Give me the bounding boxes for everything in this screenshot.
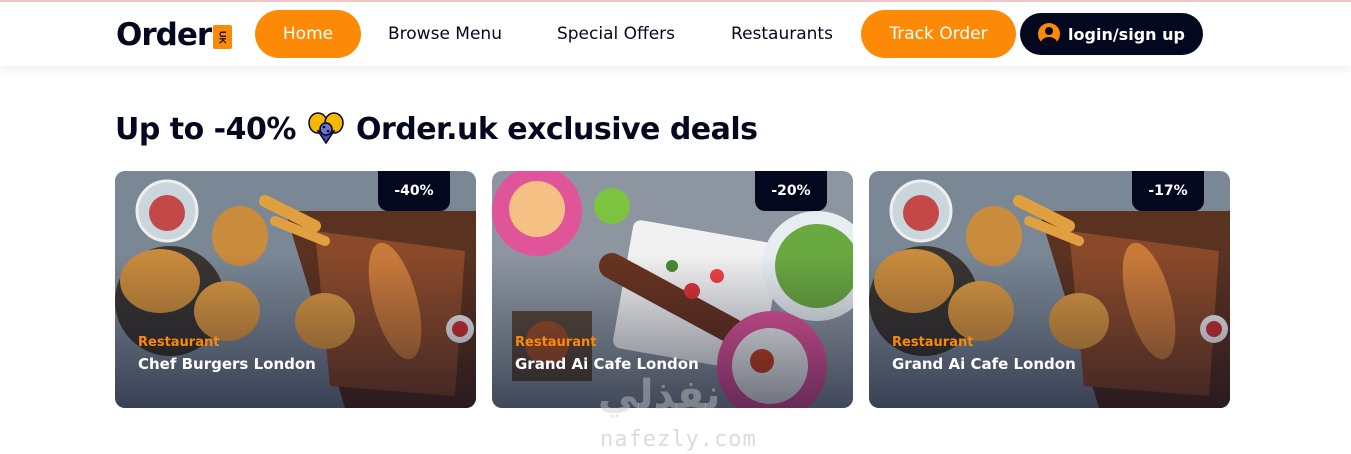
logo-text: Order <box>116 17 212 53</box>
card-restaurant-name: Chef Burgers London <box>138 355 316 373</box>
watermark-arabic: نفذلي <box>598 372 721 418</box>
login-signup-button[interactable]: login/sign up <box>1020 13 1203 55</box>
deal-emoji-icon <box>306 109 346 149</box>
nav-restaurants-link[interactable]: Restaurants <box>722 10 842 58</box>
deal-card[interactable]: -17% Restaurant Grand Ai Cafe London <box>869 171 1230 408</box>
logo-badge: UK <box>213 25 233 49</box>
card-category: Restaurant <box>515 335 597 350</box>
card-restaurant-name: Grand Ai Cafe London <box>515 355 699 373</box>
deal-card[interactable]: -40% Restaurant Chef Burgers London <box>115 171 476 408</box>
deals-heading-suffix: Order.uk exclusive deals <box>355 111 758 147</box>
track-order-button[interactable]: Track Order <box>861 10 1016 58</box>
login-label: login/sign up <box>1068 24 1185 44</box>
logo[interactable]: Order UK <box>116 15 233 55</box>
nav-browse-menu-link[interactable]: Browse Menu <box>380 10 510 58</box>
deals-heading: Up to -40% Order.uk exclusive deals <box>115 107 758 151</box>
discount-badge: -20% <box>755 171 827 211</box>
user-icon <box>1038 23 1061 45</box>
discount-badge: -40% <box>378 171 450 211</box>
card-category: Restaurant <box>138 335 220 350</box>
watermark-latin: nafezly.com <box>600 427 757 452</box>
card-category: Restaurant <box>892 335 974 350</box>
nav-home-button[interactable]: Home <box>255 10 361 58</box>
navbar: Order UK Home Browse Menu Special Offers… <box>0 2 1351 66</box>
discount-badge: -17% <box>1132 171 1204 211</box>
card-restaurant-name: Grand Ai Cafe London <box>892 355 1076 373</box>
nav-special-offers-link[interactable]: Special Offers <box>548 10 684 58</box>
deals-heading-prefix: Up to -40% <box>115 111 296 147</box>
